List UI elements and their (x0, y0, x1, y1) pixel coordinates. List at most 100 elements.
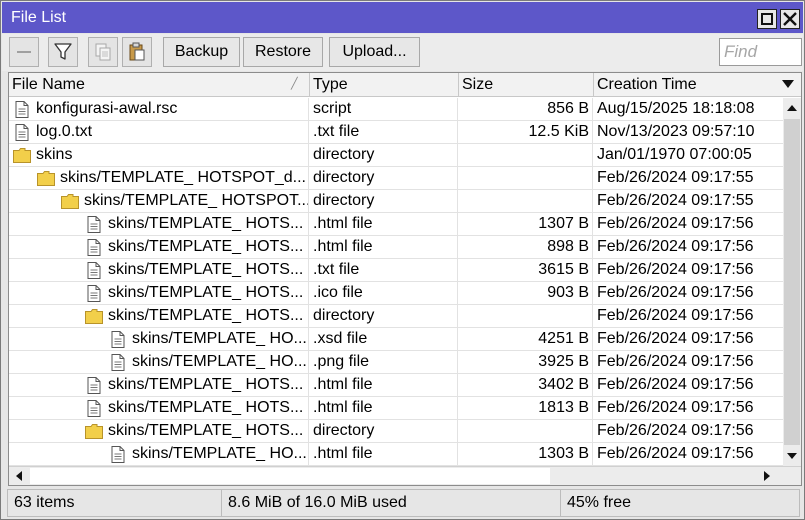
file-name: skins/TEMPLATE_ HOTSPOT... (84, 192, 309, 209)
column-menu-icon[interactable] (781, 79, 795, 89)
scroll-down-icon[interactable] (783, 446, 801, 466)
file-name: skins/TEMPLATE_ HO... (132, 330, 307, 347)
file-name-cell: skins/TEMPLATE_ HO... (9, 443, 309, 465)
file-type-cell: directory (310, 167, 458, 189)
status-item-count: 63 items (7, 489, 223, 517)
creation-time-cell: Feb/26/2024 09:17:56 (597, 376, 754, 393)
file-name-cell: skins/TEMPLATE_ HOTSPOT... (9, 190, 309, 212)
table-row[interactable]: skins/TEMPLATE_ HO... .png file 3925 B Feb/… (9, 351, 783, 374)
file-icon (85, 377, 103, 394)
maximize-icon (761, 13, 773, 25)
table-row[interactable]: skins/TEMPLATE_ HOTS... directory Feb/26/2… (9, 420, 783, 443)
file-name: konfigurasi-awal.rsc (36, 100, 178, 117)
column-header-size[interactable]: Size (459, 73, 594, 97)
table-row[interactable]: skins/TEMPLATE_ HOTS... .html file 1813 BF… (9, 397, 783, 420)
horizontal-scrollbar[interactable] (9, 466, 801, 485)
filter-icon (54, 43, 72, 60)
file-size-cell (459, 190, 593, 212)
file-name-cell: skins/TEMPLATE_ HOTS... (9, 420, 309, 442)
file-type-cell: .html file (310, 213, 458, 235)
maximize-button[interactable] (757, 9, 777, 29)
find-input[interactable] (720, 39, 801, 65)
table-header: File Name ╱ Type Size Creation Time (9, 73, 801, 97)
file-size-cell: 1307 B (459, 213, 593, 235)
copy-button[interactable] (88, 37, 118, 67)
file-type-cell: .ico file (310, 282, 458, 304)
vertical-scroll-thumb[interactable] (784, 119, 800, 445)
filter-button[interactable] (48, 37, 78, 67)
file-name: skins/TEMPLATE_ HOTSPOT_d... (60, 169, 306, 186)
upload-button[interactable]: Upload... (329, 37, 420, 67)
file-type-cell: .html file (310, 236, 458, 258)
file-icon (85, 285, 103, 302)
table-row[interactable]: skins/TEMPLATE_ HO... .html file 1303 B Feb… (9, 443, 783, 466)
table-row[interactable]: skins/TEMPLATE_ HO... .xsd file 4251 B Feb/… (9, 328, 783, 351)
paste-button[interactable] (122, 37, 152, 67)
file-name-cell: log.0.txt (9, 121, 309, 143)
creation-time-cell: Feb/26/2024 09:17:55 (597, 192, 754, 209)
file-icon (85, 400, 103, 417)
creation-time-cell: Feb/26/2024 09:17:56 (597, 238, 754, 255)
file-size-cell (459, 144, 593, 166)
file-name-cell: skins/TEMPLATE_ HOTS... (9, 259, 309, 281)
file-name-cell: skins/TEMPLATE_ HOTS... (9, 397, 309, 419)
close-button[interactable] (780, 9, 800, 29)
folder-icon (13, 147, 31, 164)
creation-time-cell: Nov/13/2023 09:57:10 (597, 123, 755, 140)
paste-icon (129, 42, 145, 61)
table-body: konfigurasi-awal.rsc script 856 B Aug/15/20… (9, 98, 783, 466)
table-row[interactable]: konfigurasi-awal.rsc script 856 B Aug/15/20… (9, 98, 783, 121)
table-row[interactable]: skins/TEMPLATE_ HOTS... directory Feb/26/2… (9, 305, 783, 328)
file-icon (85, 262, 103, 279)
file-size-cell: 3925 B (459, 351, 593, 373)
column-header-type[interactable]: Type (310, 73, 459, 97)
folder-icon (37, 170, 55, 187)
file-size-cell: 903 B (459, 282, 593, 304)
column-header-file-name[interactable]: File Name (9, 73, 310, 97)
table-row[interactable]: skins/TEMPLATE_ HOTS... .html file 1307 BF… (9, 213, 783, 236)
file-type-cell: .png file (310, 351, 458, 373)
table-row[interactable]: skins/TEMPLATE_ HOTS... .html file 898 B Fe… (9, 236, 783, 259)
file-size-cell: 3615 B (459, 259, 593, 281)
copy-icon (95, 43, 111, 61)
remove-button[interactable] (9, 37, 39, 67)
file-name-cell: skins/TEMPLATE_ HOTS... (9, 305, 309, 327)
creation-time-cell: Feb/26/2024 09:17:56 (597, 330, 754, 347)
file-type-cell: .html file (310, 397, 458, 419)
table-row[interactable]: skins/TEMPLATE_ HOTSPOT... directory Feb/2… (9, 190, 783, 213)
file-name-cell: konfigurasi-awal.rsc (9, 98, 309, 120)
table-row[interactable]: log.0.txt .txt file 12.5 KiB Nov/13/2023 09… (9, 121, 783, 144)
table-row[interactable]: skins directory Jan/01/1970 07:00:05 (9, 144, 783, 167)
find-box[interactable] (719, 38, 802, 66)
horizontal-scroll-thumb[interactable] (30, 468, 550, 484)
file-name-cell: skins/TEMPLATE_ HO... (9, 328, 309, 350)
file-type-cell: .xsd file (310, 328, 458, 350)
file-name: skins/TEMPLATE_ HOTS... (108, 261, 304, 278)
vertical-scrollbar[interactable] (783, 98, 801, 466)
file-icon (85, 216, 103, 233)
restore-button[interactable]: Restore (243, 37, 323, 67)
file-size-cell: 3402 B (459, 374, 593, 396)
column-header-creation-time[interactable]: Creation Time (594, 73, 801, 97)
table-row[interactable]: skins/TEMPLATE_ HOTS... .txt file 3615 B Fe… (9, 259, 783, 282)
scroll-right-icon[interactable] (757, 467, 777, 485)
scroll-left-icon[interactable] (9, 467, 29, 485)
scroll-up-icon[interactable] (783, 98, 801, 118)
file-list-window: File List Backup Restore Upload... Find … (0, 0, 805, 520)
table-row[interactable]: skins/TEMPLATE_ HOTS... .html file 3402 BF… (9, 374, 783, 397)
creation-time-cell: Feb/26/2024 09:17:56 (597, 445, 754, 462)
file-name: skins/TEMPLATE_ HOTS... (108, 215, 304, 232)
file-name-cell: skins/TEMPLATE_ HOTS... (9, 374, 309, 396)
creation-time-cell: Feb/26/2024 09:17:56 (597, 261, 754, 278)
file-name-cell: skins/TEMPLATE_ HOTS... (9, 236, 309, 258)
table-row[interactable]: skins/TEMPLATE_ HOTS... .ico file 903 B Feb… (9, 282, 783, 305)
column-header-label: Type (313, 76, 348, 93)
file-name: skins/TEMPLATE_ HOTS... (108, 284, 304, 301)
table-row[interactable]: skins/TEMPLATE_ HOTSPOT_d... directory Feb… (9, 167, 783, 190)
creation-time-cell: Feb/26/2024 09:17:55 (597, 169, 754, 186)
file-type-cell: .txt file (310, 121, 458, 143)
title-bar[interactable]: File List (2, 2, 803, 33)
file-name: skins/TEMPLATE_ HOTS... (108, 399, 304, 416)
file-name: skins/TEMPLATE_ HOTS... (108, 376, 304, 393)
backup-button[interactable]: Backup (163, 37, 240, 67)
